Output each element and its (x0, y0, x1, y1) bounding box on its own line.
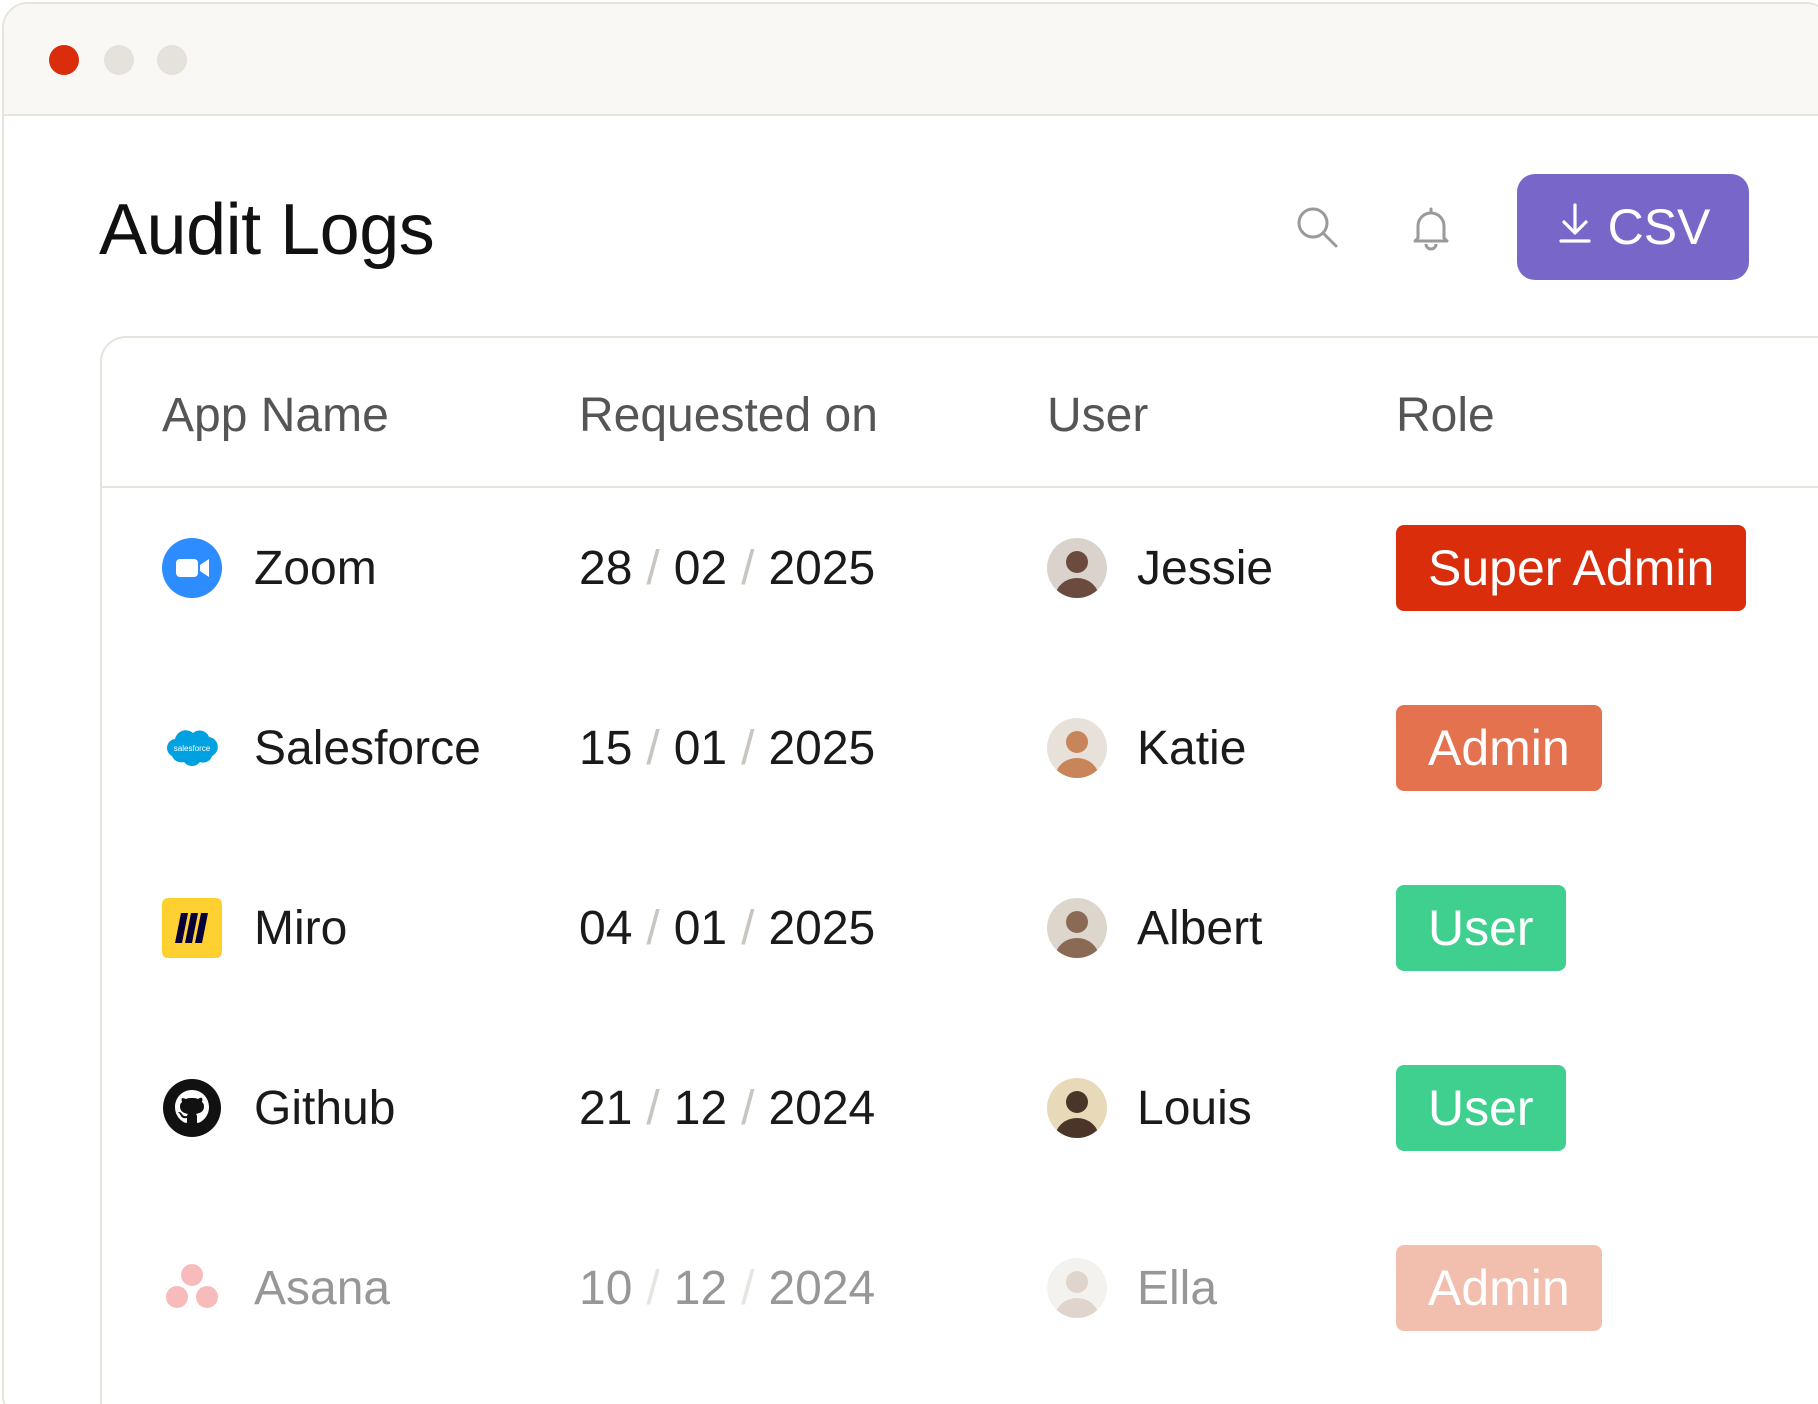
date-year: 2025 (768, 721, 876, 775)
date-month: 12 (673, 1081, 728, 1135)
date-separator: / (646, 1261, 660, 1315)
bell-icon[interactable] (1406, 202, 1456, 252)
role-badge: User (1396, 1065, 1566, 1151)
date-separator: / (646, 541, 660, 595)
search-icon[interactable] (1292, 202, 1342, 252)
app-name-cell: Github (162, 1058, 395, 1158)
date-month: 02 (673, 541, 728, 595)
user-cell: Ella (1047, 1238, 1217, 1338)
window-minimize-button[interactable] (104, 45, 134, 75)
date-day: 15 (579, 721, 633, 775)
date-separator: / (646, 901, 660, 955)
user-cell: Katie (1047, 698, 1246, 798)
column-header-role[interactable]: Role (1396, 388, 1495, 443)
requested-on-cell: 28 / 02 / 2025 (579, 518, 875, 618)
date-separator: / (646, 721, 660, 775)
date-day: 21 (579, 1081, 633, 1135)
date-separator: / (741, 1081, 755, 1135)
date-year: 2025 (768, 901, 876, 955)
column-header-requested-on[interactable]: Requested on (579, 388, 878, 443)
date-separator: / (741, 1261, 755, 1315)
column-header-user[interactable]: User (1047, 388, 1148, 443)
miro-icon (162, 898, 222, 958)
role-cell: Admin (1396, 1238, 1602, 1338)
app-name: Asana (254, 1261, 391, 1315)
table-row[interactable]: Miro 04 / 01 / 2025 Albert User (102, 878, 1818, 978)
app-name: Salesforce (254, 721, 481, 775)
table-row[interactable]: Github 21 / 12 / 2024 Louis User (102, 1058, 1818, 1158)
app-window: Audit Logs CSV App Name Requested on Use… (2, 2, 1818, 1404)
user-name: Albert (1137, 901, 1263, 955)
app-name-cell: salesforce Salesforce (162, 698, 481, 798)
page-title: Audit Logs (99, 190, 435, 270)
avatar (1047, 1078, 1107, 1138)
window-titlebar (4, 4, 1818, 116)
avatar (1047, 718, 1107, 778)
window-maximize-button[interactable] (157, 45, 187, 75)
table-header: App Name Requested on User Role (102, 338, 1818, 488)
role-cell: Super Admin (1396, 518, 1747, 618)
date-separator: / (646, 1081, 660, 1135)
date-separator: / (741, 721, 755, 775)
user-cell: Albert (1047, 878, 1262, 978)
role-badge: Admin (1396, 1245, 1602, 1331)
app-name-cell: Miro (162, 878, 347, 978)
app-name-cell: Asana (162, 1238, 390, 1338)
download-icon (1556, 198, 1594, 256)
role-badge: Admin (1396, 705, 1602, 791)
app-name: Zoom (254, 541, 377, 595)
window-close-button[interactable] (49, 45, 79, 75)
requested-on-cell: 10 / 12 / 2024 (579, 1238, 875, 1338)
date-month: 12 (673, 1261, 728, 1315)
table-row[interactable]: salesforce Salesforce 15 / 01 / 2025 Kat… (102, 698, 1818, 798)
requested-on-cell: 21 / 12 / 2024 (579, 1058, 875, 1158)
date-year: 2024 (768, 1261, 876, 1315)
github-icon (162, 1078, 222, 1138)
requested-on-cell: 15 / 01 / 2025 (579, 698, 875, 798)
date-day: 28 (579, 541, 633, 595)
column-header-app-name[interactable]: App Name (162, 388, 389, 443)
date-month: 01 (673, 901, 728, 955)
user-cell: Jessie (1047, 518, 1273, 618)
asana-icon (162, 1258, 222, 1318)
date-day: 04 (579, 901, 633, 955)
app-name-cell: Zoom (162, 518, 377, 618)
csv-button-label: CSV (1607, 199, 1711, 255)
download-csv-button[interactable]: CSV (1517, 174, 1749, 280)
app-name: Miro (254, 901, 348, 955)
role-cell: Admin (1396, 698, 1602, 798)
avatar (1047, 898, 1107, 958)
avatar (1047, 538, 1107, 598)
user-name: Ella (1137, 1261, 1218, 1315)
date-separator: / (741, 901, 755, 955)
date-month: 01 (673, 721, 728, 775)
requested-on-cell: 04 / 01 / 2025 (579, 878, 875, 978)
avatar (1047, 1258, 1107, 1318)
user-name: Jessie (1137, 541, 1274, 595)
role-badge: User (1396, 885, 1566, 971)
svg-text:salesforce: salesforce (174, 744, 211, 753)
role-badge: Super Admin (1396, 525, 1747, 611)
role-cell: User (1396, 1058, 1566, 1158)
zoom-icon (162, 538, 222, 598)
salesforce-icon: salesforce (162, 718, 222, 778)
date-separator: / (741, 541, 755, 595)
user-name: Katie (1137, 721, 1247, 775)
table-row[interactable]: Asana 10 / 12 / 2024 Ella Admin (102, 1238, 1818, 1338)
role-cell: User (1396, 878, 1566, 978)
date-day: 10 (579, 1261, 633, 1315)
table-row[interactable]: Zoom 28 / 02 / 2025 Jessie Super Admin (102, 518, 1818, 618)
user-name: Louis (1137, 1081, 1252, 1135)
date-year: 2024 (768, 1081, 876, 1135)
user-cell: Louis (1047, 1058, 1252, 1158)
app-name: Github (254, 1081, 396, 1135)
audit-log-table: App Name Requested on User Role Zoom 28 … (100, 336, 1818, 1404)
date-year: 2025 (768, 541, 876, 595)
